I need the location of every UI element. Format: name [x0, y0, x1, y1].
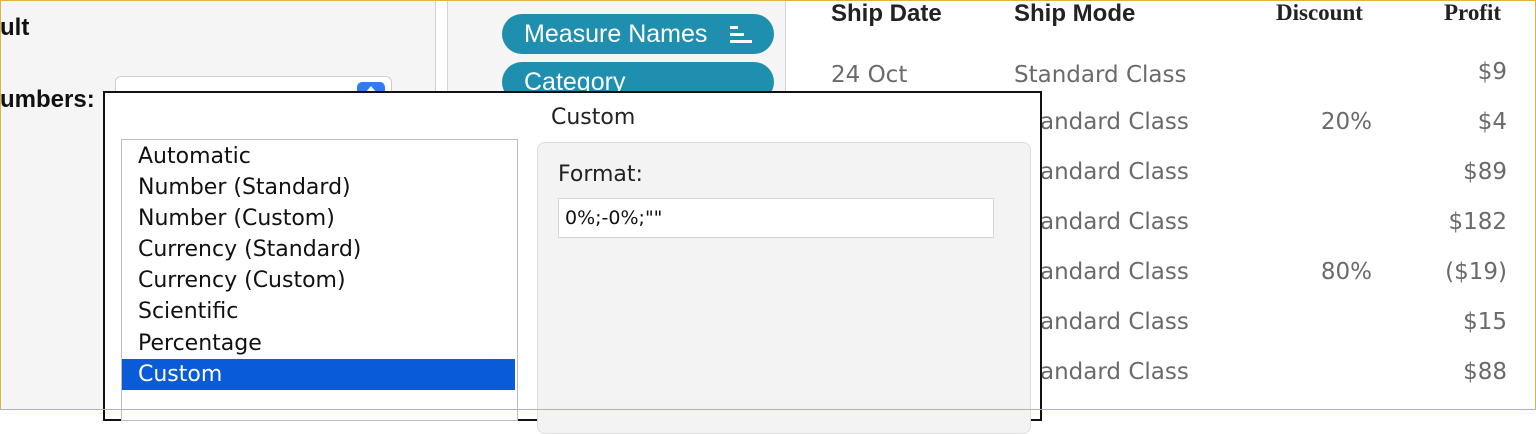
- profit-cell: ($19): [1445, 259, 1507, 285]
- profit-cell: $9: [1477, 59, 1507, 85]
- ship-mode-cell: andard Class: [1040, 309, 1189, 335]
- format-option-number-standard[interactable]: Number (Standard): [122, 172, 515, 203]
- format-option-number-custom[interactable]: Number (Custom): [122, 203, 515, 234]
- header-ship-date[interactable]: Ship Date: [831, 0, 942, 28]
- dialog-title: Custom: [551, 105, 636, 130]
- sort-bars-icon[interactable]: [730, 26, 752, 44]
- profit-cell: $182: [1448, 209, 1507, 235]
- format-option-scientific[interactable]: Scientific: [122, 296, 515, 327]
- profit-cell: $15: [1463, 309, 1507, 335]
- ship-mode-cell: andard Class: [1040, 159, 1189, 185]
- profit-cell: $4: [1477, 109, 1507, 135]
- ship-date-cell: 24 Oct: [831, 62, 908, 88]
- ship-mode-cell: andard Class: [1040, 259, 1189, 285]
- profit-cell: $88: [1463, 359, 1507, 385]
- discount-cell: 80%: [1320, 259, 1372, 285]
- number-format-list[interactable]: Automatic Number (Standard) Number (Cust…: [121, 139, 518, 421]
- header-profit[interactable]: Profit: [1444, 0, 1501, 26]
- format-panel: Format:: [537, 142, 1031, 434]
- ship-mode-cell: Standard Class: [1014, 62, 1187, 88]
- ship-mode-cell: andard Class: [1040, 109, 1189, 135]
- ship-mode-cell: andard Class: [1040, 209, 1189, 235]
- measure-names-label: Measure Names: [524, 20, 708, 48]
- format-option-currency-custom[interactable]: Currency (Custom): [122, 265, 515, 296]
- header-ship-mode[interactable]: Ship Mode: [1014, 0, 1135, 28]
- format-pane-heading: ult: [0, 14, 30, 41]
- measure-names-pill[interactable]: Measure Names: [502, 14, 774, 54]
- format-option-currency-standard[interactable]: Currency (Standard): [122, 234, 515, 265]
- numbers-label: umbers:: [0, 86, 95, 113]
- format-label: Format:: [558, 162, 643, 187]
- number-format-dialog: Custom Automatic Number (Standard) Numbe…: [103, 91, 1042, 434]
- format-option-automatic[interactable]: Automatic: [122, 141, 515, 172]
- format-option-custom[interactable]: Custom: [122, 359, 515, 390]
- profit-cell: $89: [1463, 159, 1507, 185]
- header-discount[interactable]: Discount: [1276, 0, 1363, 26]
- format-input[interactable]: [558, 198, 994, 238]
- format-option-percentage[interactable]: Percentage: [122, 328, 515, 359]
- ship-mode-cell: andard Class: [1040, 359, 1189, 385]
- discount-cell: 20%: [1320, 109, 1372, 135]
